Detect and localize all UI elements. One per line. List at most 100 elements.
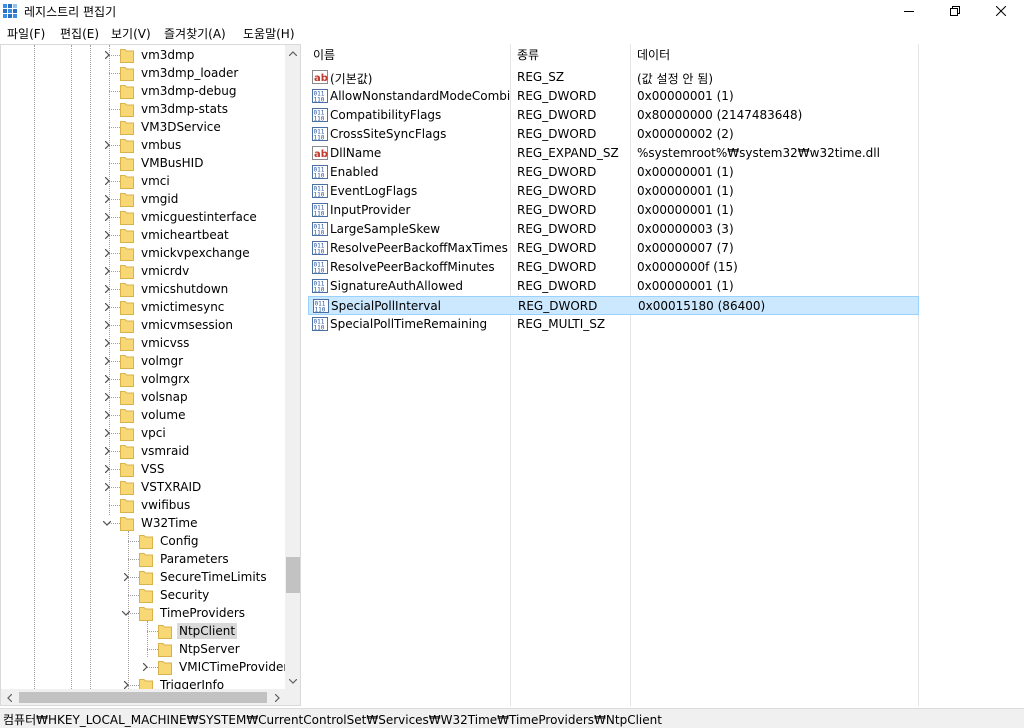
- value-row[interactable]: 011 110 CompatibilityFlags REG_DWORD 0x80000…: [308, 106, 919, 125]
- chevron-right-icon[interactable]: [120, 568, 132, 586]
- value-row[interactable]: ab DllName REG_EXPAND_SZ %systemroot%₩syste…: [308, 144, 919, 163]
- menu-favorites[interactable]: 즐겨찾기(A): [164, 25, 226, 42]
- tree-node[interactable]: W32Time: [1, 514, 285, 532]
- tree-node[interactable]: vmictimesync: [1, 298, 285, 316]
- tree-node[interactable]: VSS: [1, 460, 285, 478]
- tree-node[interactable]: vpci: [1, 424, 285, 442]
- value-row[interactable]: 011 110 SpecialPollInterval REG_DWORD 0x0001…: [308, 296, 919, 315]
- chevron-right-icon[interactable]: [101, 244, 113, 262]
- chevron-right-icon[interactable]: [101, 406, 113, 424]
- tree-node[interactable]: TimeProviders: [1, 604, 285, 622]
- tree-node[interactable]: TriggerInfo: [1, 676, 285, 689]
- tree-node[interactable]: vmicshutdown: [1, 280, 285, 298]
- chevron-down-icon[interactable]: [101, 514, 113, 532]
- chevron-right-icon[interactable]: [101, 478, 113, 496]
- tree-node[interactable]: vsmraid: [1, 442, 285, 460]
- chevron-right-icon[interactable]: [101, 334, 113, 352]
- scroll-left-arrow[interactable]: [1, 690, 17, 705]
- tree-node[interactable]: NtpServer: [1, 640, 285, 658]
- chevron-right-icon[interactable]: [101, 46, 113, 64]
- svg-text:110: 110: [314, 249, 325, 256]
- chevron-right-icon[interactable]: [101, 190, 113, 208]
- tree-node[interactable]: vmickvpexchange: [1, 244, 285, 262]
- chevron-right-icon[interactable]: [101, 388, 113, 406]
- close-button[interactable]: [978, 0, 1024, 22]
- tree-view[interactable]: vm3dmp vm3dmp_loader vm3dmp-debug vm3dmp-st…: [1, 45, 285, 689]
- chevron-right-icon[interactable]: [101, 136, 113, 154]
- value-row[interactable]: 011 110 EventLogFlags REG_DWORD 0x00000001 (…: [308, 182, 919, 201]
- chevron-right-icon[interactable]: [101, 370, 113, 388]
- tree-node[interactable]: Config: [1, 532, 285, 550]
- chevron-right-icon[interactable]: [101, 226, 113, 244]
- tree-node[interactable]: vwifibus: [1, 496, 285, 514]
- tree-node[interactable]: SecureTimeLimits: [1, 568, 285, 586]
- tree-node[interactable]: VMICTimeProvider: [1, 658, 285, 676]
- value-row[interactable]: 011 110 SpecialPollTimeRemaining REG_MULTI_…: [308, 315, 919, 334]
- tree-node[interactable]: vm3dmp-stats: [1, 100, 285, 118]
- tree-node[interactable]: Security: [1, 586, 285, 604]
- value-row[interactable]: 011 110 ResolvePeerBackoffMaxTimes REG_DWOR…: [308, 239, 919, 258]
- tree-vertical-scroll-thumb[interactable]: [286, 557, 300, 593]
- chevron-right-icon[interactable]: [120, 676, 132, 689]
- menu-file[interactable]: 파일(F): [7, 25, 45, 42]
- column-header-name[interactable]: 이름: [309, 44, 335, 66]
- chevron-right-icon[interactable]: [101, 352, 113, 370]
- scroll-down-arrow[interactable]: [285, 673, 300, 689]
- chevron-right-icon[interactable]: [101, 442, 113, 460]
- value-row[interactable]: 011 110 CrossSiteSyncFlags REG_DWORD 0x00000…: [308, 125, 919, 144]
- tree-node[interactable]: vmbus: [1, 136, 285, 154]
- tree-node[interactable]: volsnap: [1, 388, 285, 406]
- scroll-right-arrow[interactable]: [269, 690, 285, 705]
- scroll-up-arrow[interactable]: [285, 45, 300, 61]
- chevron-right-icon[interactable]: [101, 172, 113, 190]
- chevron-down-icon[interactable]: [120, 604, 132, 622]
- chevron-right-icon[interactable]: [101, 424, 113, 442]
- restore-button[interactable]: [932, 0, 978, 22]
- tree-node[interactable]: vmicheartbeat: [1, 226, 285, 244]
- value-row[interactable]: 011 110 SignatureAuthAllowed REG_DWORD 0x000…: [308, 277, 919, 296]
- tree-node-label: W32Time: [141, 516, 198, 530]
- tree-node[interactable]: vmicrdv: [1, 262, 285, 280]
- chevron-right-icon[interactable]: [101, 262, 113, 280]
- column-header-data[interactable]: 데이터: [633, 44, 670, 66]
- tree-node[interactable]: vmicvss: [1, 334, 285, 352]
- tree-node[interactable]: VM3DService: [1, 118, 285, 136]
- tree-node[interactable]: vmicguestinterface: [1, 208, 285, 226]
- tree-node[interactable]: vm3dmp: [1, 46, 285, 64]
- tree-node[interactable]: vm3dmp_loader: [1, 64, 285, 82]
- chevron-right-icon[interactable]: [101, 460, 113, 478]
- value-row[interactable]: ab (기본값) REG_SZ (값 설정 안 됨): [308, 68, 919, 87]
- tree-node[interactable]: volume: [1, 406, 285, 424]
- tree-node[interactable]: vm3dmp-debug: [1, 82, 285, 100]
- tree-node[interactable]: vmci: [1, 172, 285, 190]
- value-row[interactable]: 011 110 AllowNonstandardModeCombi... REG_DW…: [308, 87, 919, 106]
- tree-node[interactable]: VMBusHID: [1, 154, 285, 172]
- registry-tree-pane[interactable]: vm3dmp vm3dmp_loader vm3dmp-debug vm3dmp-st…: [0, 44, 301, 706]
- tree-horizontal-scrollbar[interactable]: [1, 689, 285, 705]
- tree-node[interactable]: VSTXRAID: [1, 478, 285, 496]
- value-row[interactable]: 011 110 Enabled REG_DWORD 0x00000001 (1): [308, 163, 919, 182]
- chevron-right-icon[interactable]: [139, 658, 151, 676]
- chevron-right-icon[interactable]: [101, 208, 113, 226]
- tree-horizontal-scroll-thumb[interactable]: [19, 692, 267, 703]
- tree-node[interactable]: vmicvmsession: [1, 316, 285, 334]
- menu-help[interactable]: 도움말(H): [243, 25, 295, 42]
- tree-node[interactable]: volmgr: [1, 352, 285, 370]
- chevron-right-icon[interactable]: [101, 316, 113, 334]
- registry-values-pane[interactable]: 이름 종류 데이터 ab (기본값) REG_SZ (값 설정 안 됨) 011 110 A…: [305, 44, 1024, 706]
- menu-view[interactable]: 보기(V): [111, 25, 151, 42]
- folder-icon: [139, 551, 153, 567]
- minimize-button[interactable]: [886, 0, 932, 22]
- chevron-right-icon[interactable]: [101, 298, 113, 316]
- column-header-type[interactable]: 종류: [513, 44, 539, 66]
- value-row[interactable]: 011 110 ResolvePeerBackoffMinutes REG_DWORD…: [308, 258, 919, 277]
- chevron-right-icon[interactable]: [101, 280, 113, 298]
- tree-node[interactable]: volmgrx: [1, 370, 285, 388]
- menu-edit[interactable]: 편집(E): [60, 25, 99, 42]
- tree-node[interactable]: NtpClient: [1, 622, 285, 640]
- tree-vertical-scrollbar[interactable]: [285, 45, 300, 689]
- value-row[interactable]: 011 110 LargeSampleSkew REG_DWORD 0x00000003…: [308, 220, 919, 239]
- tree-node[interactable]: vmgid: [1, 190, 285, 208]
- tree-node[interactable]: Parameters: [1, 550, 285, 568]
- value-row[interactable]: 011 110 InputProvider REG_DWORD 0x00000001 (…: [308, 201, 919, 220]
